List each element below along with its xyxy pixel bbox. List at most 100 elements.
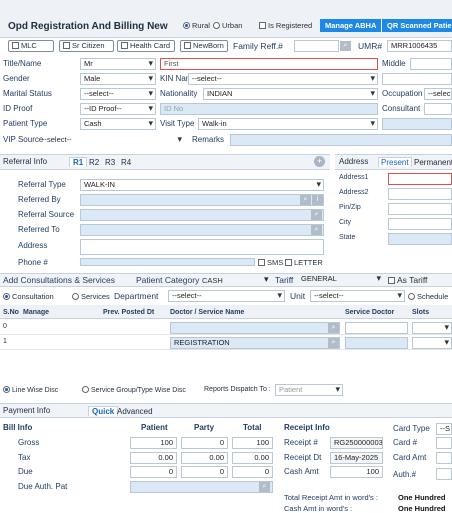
address-tab[interactable]: Address (339, 157, 368, 166)
service-search-icon[interactable]: ⌕ (328, 323, 339, 333)
referred-to-search-icon[interactable]: ⌕ (311, 225, 322, 235)
due-patient-value[interactable]: 0 (130, 466, 177, 478)
department-select[interactable]: --select-- (168, 290, 285, 302)
middle-extra-input[interactable] (382, 73, 452, 85)
address1-input[interactable] (388, 173, 452, 185)
quick-tab[interactable]: Quick (88, 406, 119, 416)
letter-checkbox[interactable]: LETTER (285, 258, 323, 266)
referral-address-textarea[interactable] (80, 239, 324, 255)
due-auth-input[interactable] (130, 481, 273, 493)
middle-input[interactable] (410, 58, 452, 70)
vip-source-select[interactable]: --select-- (42, 134, 184, 145)
slots-select[interactable] (412, 337, 452, 349)
sr-citizen-checkbox[interactable]: Sr Citizen (59, 40, 114, 52)
service-name-input[interactable] (170, 322, 340, 334)
services-radio[interactable]: Services (72, 292, 110, 301)
add-referral-icon[interactable]: + (314, 156, 325, 167)
referral-type-select[interactable]: WALK-IN (80, 179, 324, 191)
card-type-select[interactable]: --S (436, 423, 452, 435)
phone-input[interactable] (80, 258, 255, 266)
umr-label: UMR# (358, 41, 383, 51)
payment-info-tab[interactable]: Payment Info (3, 406, 50, 415)
occupation-select[interactable]: --select (424, 88, 452, 100)
service-doctor-input[interactable] (345, 337, 408, 349)
visit-extra-input[interactable] (382, 118, 452, 130)
health-card-checkbox[interactable]: Health Card (117, 40, 175, 52)
as-tariff-checkbox[interactable]: As Tariff (388, 275, 427, 285)
umr-input[interactable]: MRR1006435 (387, 40, 452, 52)
card-amt-input[interactable] (436, 452, 452, 464)
first-name-input[interactable]: First (160, 58, 378, 70)
tariff-select[interactable]: GENERAL (298, 274, 383, 286)
newborn-checkbox[interactable]: NewBorn (180, 40, 228, 52)
dispatch-select[interactable]: Patient (275, 384, 343, 396)
col-slots: Slots (412, 309, 430, 316)
schedule-radio[interactable]: Schedule (408, 292, 452, 301)
present-tab[interactable]: Present (378, 157, 412, 167)
service-name-input[interactable]: REGISTRATION (170, 337, 340, 349)
is-registered-checkbox[interactable]: Is Registered (259, 21, 312, 30)
category-dropdown-icon[interactable]: ▾ (264, 274, 269, 285)
unit-select[interactable]: --select-- (310, 290, 405, 302)
referral-source-search-icon[interactable]: ⌕ (311, 210, 322, 220)
slots-select[interactable] (412, 322, 452, 334)
permanent-tab[interactable]: Permanent (414, 158, 452, 167)
due-auth-search-icon[interactable]: ⌕ (259, 482, 270, 492)
referred-to-input[interactable] (80, 224, 324, 236)
qr-scanned-button[interactable]: QR Scanned Patient (382, 19, 452, 32)
rural-radio[interactable]: Rural (183, 21, 210, 30)
auth-label: Auth.# (393, 470, 417, 479)
referred-by-info-icon[interactable]: i (312, 195, 323, 205)
r4-tab[interactable]: R4 (121, 158, 131, 167)
consultation-radio[interactable]: Consultation (3, 292, 54, 301)
receipt-no-value: RG250000003 (330, 437, 383, 449)
tax-patient-value[interactable]: 0.00 (130, 452, 177, 464)
service-search-icon[interactable]: ⌕ (328, 338, 339, 348)
group-wise-radio[interactable]: Service Group/Type Wise Disc (82, 386, 186, 394)
referral-info-tab[interactable]: Referral Info (3, 157, 47, 166)
card-no-input[interactable] (436, 437, 452, 449)
state-input[interactable] (388, 233, 452, 245)
patient-category-select[interactable]: CASH (202, 276, 262, 285)
family-search-icon[interactable]: ⌕ (340, 41, 351, 51)
tax-total-value[interactable]: 0.00 (232, 452, 273, 464)
gross-patient-value[interactable]: 100 (130, 437, 177, 449)
idno-input[interactable]: ID No (160, 103, 378, 115)
urban-radio[interactable]: Urban (213, 21, 242, 30)
family-ref-input[interactable] (294, 40, 339, 52)
manage-abha-button[interactable]: Manage ABHA (320, 19, 382, 32)
kin-select[interactable]: --select-- (188, 73, 378, 85)
due-party-value[interactable]: 0 (181, 466, 228, 478)
total-words-value: One Hundred (398, 493, 446, 502)
gross-total-value[interactable]: 100 (232, 437, 273, 449)
line-wise-radio[interactable]: Line Wise Disc (3, 386, 58, 394)
patient-type-select[interactable]: Cash (80, 118, 156, 130)
referred-by-input[interactable] (80, 194, 324, 206)
r3-tab[interactable]: R3 (105, 158, 115, 167)
state-label: State (339, 234, 356, 241)
r1-tab[interactable]: R1 (69, 157, 88, 167)
advanced-tab[interactable]: Advanced (117, 407, 153, 416)
due-total-value[interactable]: 0 (232, 466, 273, 478)
address2-input[interactable] (388, 188, 452, 200)
marital-select[interactable]: --select-- (80, 88, 156, 100)
cash-amt-input[interactable]: 100 (330, 466, 383, 478)
gross-party-value[interactable]: 0 (181, 437, 228, 449)
tax-party-value[interactable]: 0.00 (181, 452, 228, 464)
remarks-input[interactable] (230, 134, 452, 146)
nationality-select[interactable]: INDIAN (203, 88, 378, 100)
mlc-checkbox[interactable]: MLC (8, 40, 54, 52)
service-doctor-input[interactable] (345, 322, 408, 334)
referred-by-search-icon[interactable]: ⌕ (300, 195, 311, 205)
title-select[interactable]: Mr (80, 58, 156, 70)
visit-type-select[interactable]: Walk-in (198, 118, 378, 130)
referral-source-input[interactable] (80, 209, 324, 221)
r2-tab[interactable]: R2 (89, 158, 99, 167)
idproof-select[interactable]: --ID Proof-- (80, 103, 156, 115)
gender-select[interactable]: Male (80, 73, 156, 85)
city-input[interactable] (388, 218, 452, 230)
sms-checkbox[interactable]: SMS (258, 258, 283, 266)
consultant-input[interactable] (424, 103, 452, 115)
auth-input[interactable] (436, 468, 452, 480)
pin-input[interactable] (388, 203, 452, 215)
